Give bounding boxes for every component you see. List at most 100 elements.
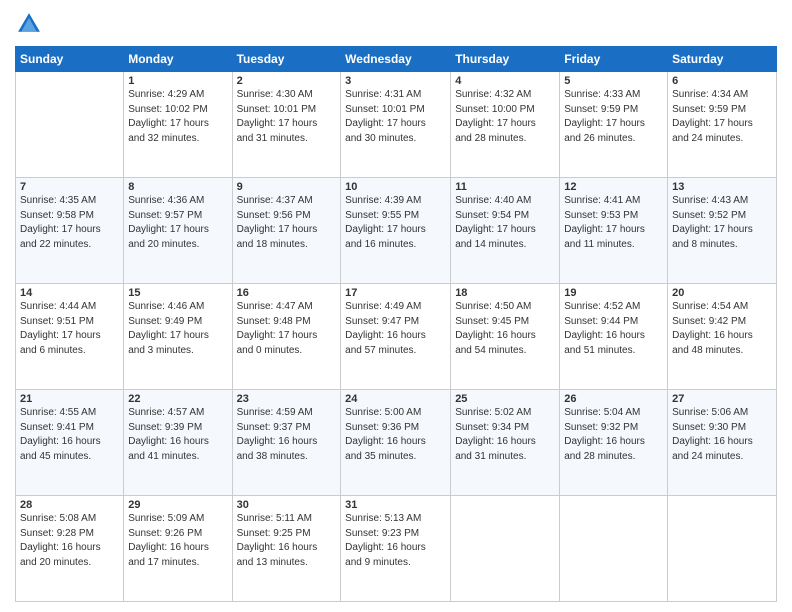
day-info: Sunrise: 5:02 AM Sunset: 9:34 PM Dayligh… (455, 406, 555, 464)
day-info: Sunrise: 4:29 AM Sunset: 10:02 PM Daylig… (128, 88, 227, 146)
calendar-cell: 8Sunrise: 4:36 AM Sunset: 9:57 PM Daylig… (124, 178, 232, 284)
day-number: 11 (455, 181, 555, 193)
calendar-cell: 11Sunrise: 4:40 AM Sunset: 9:54 PM Dayli… (451, 178, 560, 284)
day-of-week-header: Thursday (451, 47, 560, 72)
calendar-cell: 25Sunrise: 5:02 AM Sunset: 9:34 PM Dayli… (451, 390, 560, 496)
day-number: 4 (455, 75, 555, 87)
day-number: 9 (237, 181, 337, 193)
calendar-cell: 1Sunrise: 4:29 AM Sunset: 10:02 PM Dayli… (124, 72, 232, 178)
calendar-cell: 16Sunrise: 4:47 AM Sunset: 9:48 PM Dayli… (232, 284, 341, 390)
day-info: Sunrise: 4:30 AM Sunset: 10:01 PM Daylig… (237, 88, 337, 146)
day-number: 8 (128, 181, 227, 193)
day-info: Sunrise: 4:52 AM Sunset: 9:44 PM Dayligh… (564, 300, 663, 358)
day-number: 26 (564, 393, 663, 405)
day-info: Sunrise: 4:50 AM Sunset: 9:45 PM Dayligh… (455, 300, 555, 358)
day-number: 13 (672, 181, 772, 193)
day-number: 15 (128, 287, 227, 299)
day-number: 14 (20, 287, 119, 299)
day-info: Sunrise: 4:49 AM Sunset: 9:47 PM Dayligh… (345, 300, 446, 358)
day-of-week-header: Sunday (16, 47, 124, 72)
calendar-cell: 19Sunrise: 4:52 AM Sunset: 9:44 PM Dayli… (560, 284, 668, 390)
calendar-cell: 29Sunrise: 5:09 AM Sunset: 9:26 PM Dayli… (124, 496, 232, 602)
day-number: 2 (237, 75, 337, 87)
day-info: Sunrise: 4:32 AM Sunset: 10:00 PM Daylig… (455, 88, 555, 146)
calendar-cell: 27Sunrise: 5:06 AM Sunset: 9:30 PM Dayli… (668, 390, 777, 496)
logo (15, 10, 47, 38)
day-info: Sunrise: 4:41 AM Sunset: 9:53 PM Dayligh… (564, 194, 663, 252)
day-number: 23 (237, 393, 337, 405)
calendar-cell: 30Sunrise: 5:11 AM Sunset: 9:25 PM Dayli… (232, 496, 341, 602)
calendar-cell: 2Sunrise: 4:30 AM Sunset: 10:01 PM Dayli… (232, 72, 341, 178)
calendar-cell: 12Sunrise: 4:41 AM Sunset: 9:53 PM Dayli… (560, 178, 668, 284)
day-info: Sunrise: 5:00 AM Sunset: 9:36 PM Dayligh… (345, 406, 446, 464)
day-number: 22 (128, 393, 227, 405)
calendar-week-row: 28Sunrise: 5:08 AM Sunset: 9:28 PM Dayli… (16, 496, 777, 602)
day-info: Sunrise: 5:06 AM Sunset: 9:30 PM Dayligh… (672, 406, 772, 464)
calendar-cell: 24Sunrise: 5:00 AM Sunset: 9:36 PM Dayli… (341, 390, 451, 496)
calendar-cell: 28Sunrise: 5:08 AM Sunset: 9:28 PM Dayli… (16, 496, 124, 602)
day-number: 18 (455, 287, 555, 299)
calendar-cell (668, 496, 777, 602)
day-of-week-header: Monday (124, 47, 232, 72)
day-number: 24 (345, 393, 446, 405)
calendar-cell: 22Sunrise: 4:57 AM Sunset: 9:39 PM Dayli… (124, 390, 232, 496)
calendar-cell (451, 496, 560, 602)
day-info: Sunrise: 5:04 AM Sunset: 9:32 PM Dayligh… (564, 406, 663, 464)
day-number: 30 (237, 499, 337, 511)
day-of-week-header: Saturday (668, 47, 777, 72)
calendar-cell: 13Sunrise: 4:43 AM Sunset: 9:52 PM Dayli… (668, 178, 777, 284)
day-number: 10 (345, 181, 446, 193)
day-info: Sunrise: 4:33 AM Sunset: 9:59 PM Dayligh… (564, 88, 663, 146)
day-info: Sunrise: 4:35 AM Sunset: 9:58 PM Dayligh… (20, 194, 119, 252)
calendar-cell: 26Sunrise: 5:04 AM Sunset: 9:32 PM Dayli… (560, 390, 668, 496)
day-number: 28 (20, 499, 119, 511)
calendar-week-row: 1Sunrise: 4:29 AM Sunset: 10:02 PM Dayli… (16, 72, 777, 178)
calendar-cell: 21Sunrise: 4:55 AM Sunset: 9:41 PM Dayli… (16, 390, 124, 496)
calendar-cell: 15Sunrise: 4:46 AM Sunset: 9:49 PM Dayli… (124, 284, 232, 390)
day-info: Sunrise: 5:13 AM Sunset: 9:23 PM Dayligh… (345, 512, 446, 570)
day-number: 21 (20, 393, 119, 405)
calendar-cell: 18Sunrise: 4:50 AM Sunset: 9:45 PM Dayli… (451, 284, 560, 390)
day-of-week-header: Wednesday (341, 47, 451, 72)
day-info: Sunrise: 4:34 AM Sunset: 9:59 PM Dayligh… (672, 88, 772, 146)
day-number: 25 (455, 393, 555, 405)
day-info: Sunrise: 4:59 AM Sunset: 9:37 PM Dayligh… (237, 406, 337, 464)
calendar-week-row: 7Sunrise: 4:35 AM Sunset: 9:58 PM Daylig… (16, 178, 777, 284)
day-info: Sunrise: 5:09 AM Sunset: 9:26 PM Dayligh… (128, 512, 227, 570)
day-number: 12 (564, 181, 663, 193)
day-number: 17 (345, 287, 446, 299)
calendar-week-row: 21Sunrise: 4:55 AM Sunset: 9:41 PM Dayli… (16, 390, 777, 496)
day-number: 29 (128, 499, 227, 511)
calendar-cell: 9Sunrise: 4:37 AM Sunset: 9:56 PM Daylig… (232, 178, 341, 284)
day-number: 16 (237, 287, 337, 299)
day-number: 6 (672, 75, 772, 87)
day-info: Sunrise: 4:31 AM Sunset: 10:01 PM Daylig… (345, 88, 446, 146)
day-info: Sunrise: 5:08 AM Sunset: 9:28 PM Dayligh… (20, 512, 119, 570)
day-number: 5 (564, 75, 663, 87)
day-number: 3 (345, 75, 446, 87)
calendar-cell: 31Sunrise: 5:13 AM Sunset: 9:23 PM Dayli… (341, 496, 451, 602)
day-info: Sunrise: 4:57 AM Sunset: 9:39 PM Dayligh… (128, 406, 227, 464)
calendar-cell: 20Sunrise: 4:54 AM Sunset: 9:42 PM Dayli… (668, 284, 777, 390)
day-of-week-header: Friday (560, 47, 668, 72)
calendar-header-row: SundayMondayTuesdayWednesdayThursdayFrid… (16, 47, 777, 72)
day-info: Sunrise: 4:36 AM Sunset: 9:57 PM Dayligh… (128, 194, 227, 252)
day-of-week-header: Tuesday (232, 47, 341, 72)
calendar-cell: 10Sunrise: 4:39 AM Sunset: 9:55 PM Dayli… (341, 178, 451, 284)
day-info: Sunrise: 4:39 AM Sunset: 9:55 PM Dayligh… (345, 194, 446, 252)
page-header (15, 10, 777, 38)
calendar-cell (560, 496, 668, 602)
day-number: 7 (20, 181, 119, 193)
day-info: Sunrise: 4:46 AM Sunset: 9:49 PM Dayligh… (128, 300, 227, 358)
calendar-cell: 14Sunrise: 4:44 AM Sunset: 9:51 PM Dayli… (16, 284, 124, 390)
day-info: Sunrise: 4:55 AM Sunset: 9:41 PM Dayligh… (20, 406, 119, 464)
calendar-cell: 5Sunrise: 4:33 AM Sunset: 9:59 PM Daylig… (560, 72, 668, 178)
day-number: 1 (128, 75, 227, 87)
day-info: Sunrise: 4:43 AM Sunset: 9:52 PM Dayligh… (672, 194, 772, 252)
calendar-cell: 17Sunrise: 4:49 AM Sunset: 9:47 PM Dayli… (341, 284, 451, 390)
day-info: Sunrise: 4:37 AM Sunset: 9:56 PM Dayligh… (237, 194, 337, 252)
day-number: 27 (672, 393, 772, 405)
day-info: Sunrise: 4:40 AM Sunset: 9:54 PM Dayligh… (455, 194, 555, 252)
day-info: Sunrise: 4:44 AM Sunset: 9:51 PM Dayligh… (20, 300, 119, 358)
calendar-cell: 7Sunrise: 4:35 AM Sunset: 9:58 PM Daylig… (16, 178, 124, 284)
